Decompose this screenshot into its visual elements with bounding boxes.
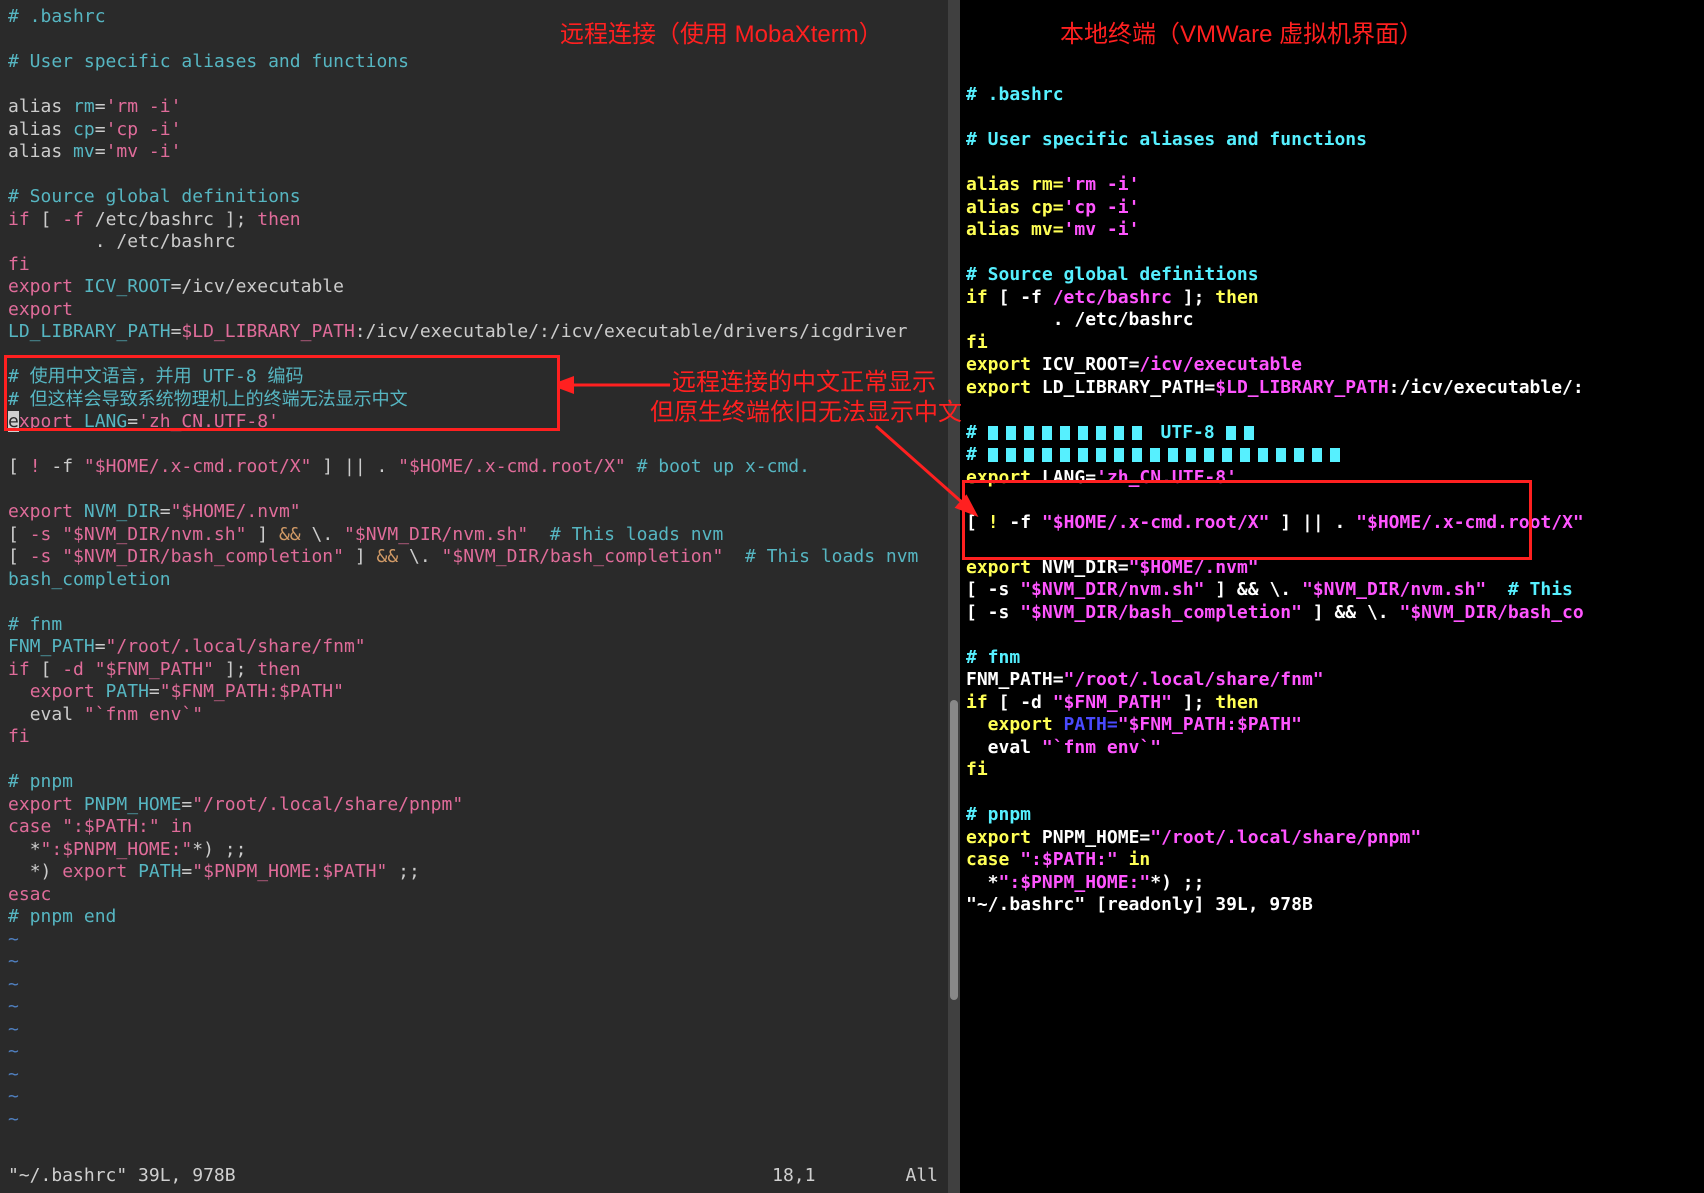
code-line: [ -s "$NVM_DIR/bash_completion" ] && \. … — [966, 602, 1698, 625]
code-line: alias cp='cp -i' — [966, 197, 1698, 220]
left-terminal[interactable]: # .bashrc # User specific aliases and fu… — [0, 0, 960, 1193]
annotation-note-2: 但原生终端依旧无法显示中文 — [650, 398, 962, 428]
code-line: [ -s "$NVM_DIR/nvm.sh" ] && \. "$NVM_DIR… — [8, 524, 952, 547]
code-line: export NVM_DIR="$HOME/.nvm" — [966, 557, 1698, 580]
code-line: export ICV_ROOT=/icv/executable — [8, 276, 952, 299]
code-line: esac — [8, 884, 952, 907]
cursor-block: e — [8, 411, 19, 432]
code-line: # User specific aliases and functions — [8, 51, 952, 74]
code-line: . /etc/bashrc — [966, 309, 1698, 332]
code-line: export NVM_DIR="$HOME/.nvm" — [8, 501, 952, 524]
code-line: [ -s "$NVM_DIR/nvm.sh" ] && \. "$NVM_DIR… — [966, 579, 1698, 602]
scrollbar-thumb[interactable] — [950, 700, 958, 1000]
code-line: eval "`fnm env`" — [966, 737, 1698, 760]
code-line: # fnm — [8, 614, 952, 637]
code-line: [ ! -f "$HOME/.x-cmd.root/X" ] || . "$HO… — [966, 512, 1698, 535]
code-line: export ICV_ROOT=/icv/executable — [966, 354, 1698, 377]
tilde-line: ~ — [8, 951, 952, 974]
annotation-note-1: 远程连接的中文正常显示 — [672, 368, 936, 398]
code-line: eval "`fnm env`" — [8, 704, 952, 727]
code-line: alias rm='rm -i' — [8, 96, 952, 119]
code-line: export LANG='zh_CN.UTF-8' — [966, 467, 1698, 490]
code-line: export PATH="$FNM_PATH:$PATH" — [8, 681, 952, 704]
code-line: [ -s "$NVM_DIR/bash_completion" ] && \. … — [8, 546, 952, 591]
code-line: case ":$PATH:" in — [8, 816, 952, 839]
code-line: alias mv='mv -i' — [966, 219, 1698, 242]
code-line: if [ -f /etc/bashrc ]; then — [966, 287, 1698, 310]
code-line: alias cp='cp -i' — [8, 119, 952, 142]
code-line: case ":$PATH:" in — [966, 849, 1698, 872]
status-position: 18,1 — [772, 1165, 905, 1188]
right-terminal[interactable]: # .bashrc # User specific aliases and fu… — [960, 0, 1704, 1193]
code-line: [ ! -f "$HOME/.x-cmd.root/X" ] || . "$HO… — [8, 456, 952, 479]
code-line: export LD_LIBRARY_PATH=$LD_LIBRARY_PATH:… — [8, 299, 952, 344]
code-line: # Source global definitions — [966, 264, 1698, 287]
code-line: # pnpm end — [8, 906, 952, 929]
broken-chinese-line: # UTF-8 — [966, 422, 1698, 445]
code-line: *) export PATH="$PNPM_HOME:$PATH" ;; — [8, 861, 952, 884]
tilde-line: ~ — [8, 1041, 952, 1064]
code-line: FNM_PATH="/root/.local/share/fnm" — [8, 636, 952, 659]
tilde-line: ~ — [8, 974, 952, 997]
tilde-line: ~ — [8, 1109, 952, 1132]
vim-status-bar: "~/.bashrc" [readonly] 39L, 978B — [966, 894, 1698, 917]
code-line: fi — [966, 332, 1698, 355]
code-line: if [ -f /etc/bashrc ]; then — [8, 209, 952, 232]
code-line: fi — [8, 726, 952, 749]
code-line: fi — [8, 254, 952, 277]
status-file: "~/.bashrc" 39L, 978B — [8, 1165, 236, 1188]
annotation-right-title: 本地终端（VMWare 虚拟机界面） — [1060, 20, 1423, 50]
annotation-left-title: 远程连接（使用 MobaXterm） — [560, 20, 883, 50]
code-line: # fnm — [966, 647, 1698, 670]
code-line: export LD_LIBRARY_PATH=$LD_LIBRARY_PATH:… — [966, 377, 1698, 400]
code-line: # .bashrc — [966, 84, 1698, 107]
vim-status-bar: "~/.bashrc" 39L, 978B 18,1 All — [8, 1165, 948, 1188]
code-line: # pnpm — [8, 771, 952, 794]
scrollbar[interactable] — [948, 0, 960, 1193]
tilde-line: ~ — [8, 1064, 952, 1087]
code-line: *":$PNPM_HOME:"*) ;; — [8, 839, 952, 862]
code-line: export PATH="$FNM_PATH:$PATH" — [966, 714, 1698, 737]
code-line: # User specific aliases and functions — [966, 129, 1698, 152]
tilde-line: ~ — [8, 1019, 952, 1042]
code-line: fi — [966, 759, 1698, 782]
broken-chinese-line: # — [966, 444, 1698, 467]
tilde-line: ~ — [8, 1086, 952, 1109]
code-line: # Source global definitions — [8, 186, 952, 209]
code-line: if [ -d "$FNM_PATH" ]; then — [8, 659, 952, 682]
code-line: alias mv='mv -i' — [8, 141, 952, 164]
code-line: *":$PNPM_HOME:"*) ;; — [966, 872, 1698, 895]
tilde-line: ~ — [8, 929, 952, 952]
code-line: FNM_PATH="/root/.local/share/fnm" — [966, 669, 1698, 692]
code-line: . /etc/bashrc — [8, 231, 952, 254]
code-line: alias rm='rm -i' — [966, 174, 1698, 197]
code-line: if [ -d "$FNM_PATH" ]; then — [966, 692, 1698, 715]
code-line: export PNPM_HOME="/root/.local/share/pnp… — [966, 827, 1698, 850]
status-all: All — [905, 1165, 948, 1188]
code-line: # pnpm — [966, 804, 1698, 827]
tilde-line: ~ — [8, 996, 952, 1019]
code-line: export PNPM_HOME="/root/.local/share/pnp… — [8, 794, 952, 817]
